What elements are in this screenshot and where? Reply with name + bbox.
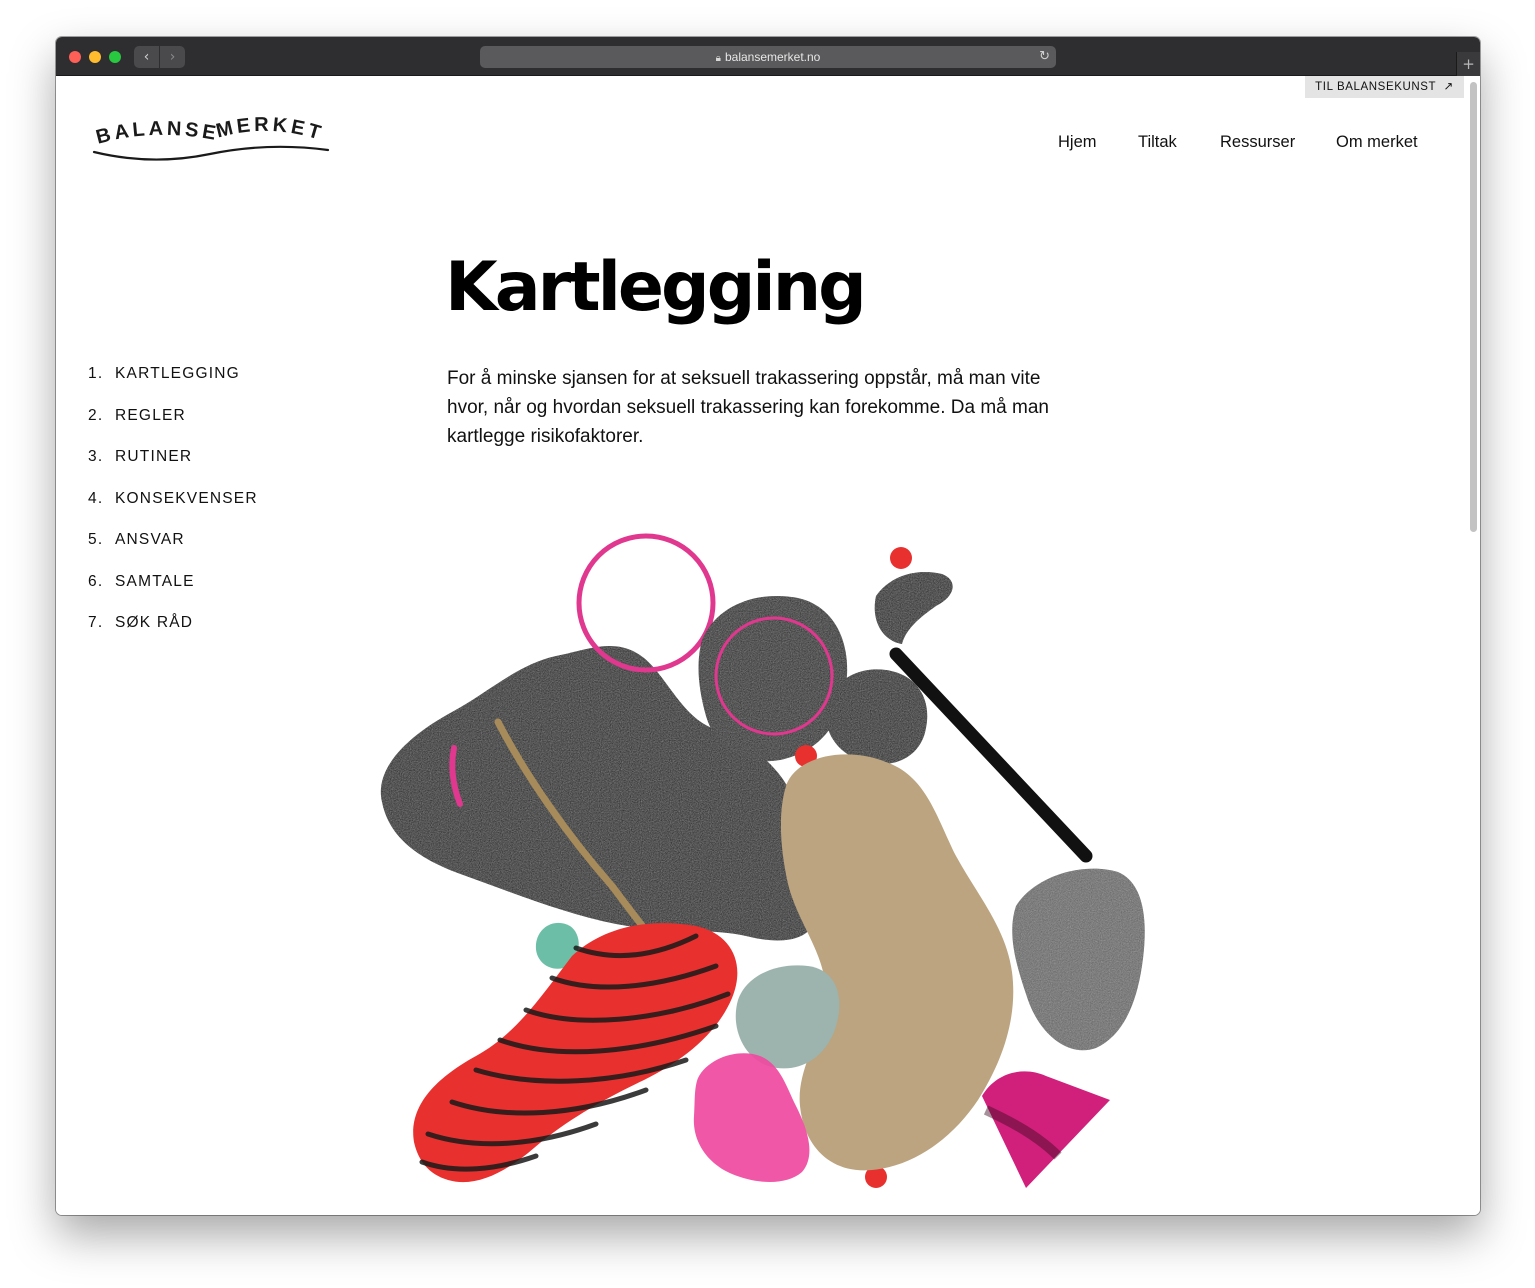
- logo-swoosh: [92, 145, 330, 161]
- balansekunst-link-label: TIL BALANSEKUNST: [1315, 81, 1436, 93]
- black-scribble-top: [874, 572, 953, 644]
- page-viewport: TIL BALANSEKUNST ↗ BALANSE MERKET Hjem T…: [56, 76, 1480, 1215]
- browser-toolbar: ‹ › 🔒︎ balansemerket.no ↻ +: [56, 37, 1480, 76]
- pink-ring: [576, 533, 716, 673]
- section-nav-item-kartlegging[interactable]: 1. KARTLEGGING: [88, 365, 240, 383]
- balansekunst-link[interactable]: TIL BALANSEKUNST ↗: [1305, 76, 1464, 98]
- section-nav-item-konsekvenser[interactable]: 4. KONSEKVENSER: [88, 490, 258, 508]
- lock-icon: 🔒︎: [715, 53, 721, 64]
- nav-item-hjem[interactable]: Hjem: [1058, 133, 1097, 152]
- section-nav-item-samtale[interactable]: 6. SAMTALE: [88, 573, 195, 591]
- address-bar-url: balansemerket.no: [724, 50, 821, 64]
- logo-word-balanse: BALANSE: [94, 118, 221, 149]
- zoom-window-button[interactable]: [109, 51, 121, 63]
- chevron-right-icon: ›: [169, 49, 176, 65]
- close-window-button[interactable]: [69, 51, 81, 63]
- nav-item-tiltak[interactable]: Tiltak: [1138, 133, 1177, 152]
- back-button[interactable]: ‹: [134, 46, 159, 68]
- black-blob-small: [825, 669, 928, 765]
- new-tab-button[interactable]: +: [1456, 52, 1480, 76]
- nav-item-ressurser[interactable]: Ressurser: [1220, 133, 1295, 152]
- arrow-up-right-icon: ↗: [1439, 81, 1454, 93]
- address-bar[interactable]: 🔒︎ balansemerket.no ↻: [480, 46, 1056, 68]
- section-nav-item-ansvar[interactable]: 5. ANSVAR: [88, 531, 185, 549]
- page-title: Kartlegging: [445, 248, 867, 327]
- minimize-window-button[interactable]: [89, 51, 101, 63]
- forward-button[interactable]: ›: [160, 46, 185, 68]
- plus-icon: +: [1462, 55, 1475, 73]
- section-nav-item-rutiner[interactable]: 3. RUTINER: [88, 448, 192, 466]
- reload-icon[interactable]: ↻: [1039, 46, 1050, 68]
- red-dot-1: [890, 547, 912, 569]
- section-nav-item-sok-rad[interactable]: 7. SØK RÅD: [88, 614, 193, 632]
- grey-smudge-shape: [1012, 868, 1145, 1051]
- abstract-illustration: [380, 533, 1145, 1188]
- nav-item-om-merket[interactable]: Om merket: [1336, 133, 1418, 152]
- scrollbar[interactable]: [1470, 82, 1477, 532]
- beige-bean-shape: [780, 754, 1014, 1171]
- black-blob-large: [698, 595, 848, 762]
- section-nav-item-regler[interactable]: 2. REGLER: [88, 407, 186, 425]
- browser-window: ‹ › 🔒︎ balansemerket.no ↻ + TIL BALANSEKU…: [56, 37, 1480, 1215]
- balansemerket-logo[interactable]: BALANSE MERKET: [92, 116, 332, 168]
- logo-word-merket: MERKET: [214, 116, 327, 145]
- chevron-left-icon: ‹: [143, 49, 150, 65]
- pink-watercolor-shape: [693, 1053, 810, 1182]
- intro-text: For å minske sjansen for at seksuell tra…: [447, 368, 1049, 447]
- magenta-triangle: [982, 1071, 1110, 1188]
